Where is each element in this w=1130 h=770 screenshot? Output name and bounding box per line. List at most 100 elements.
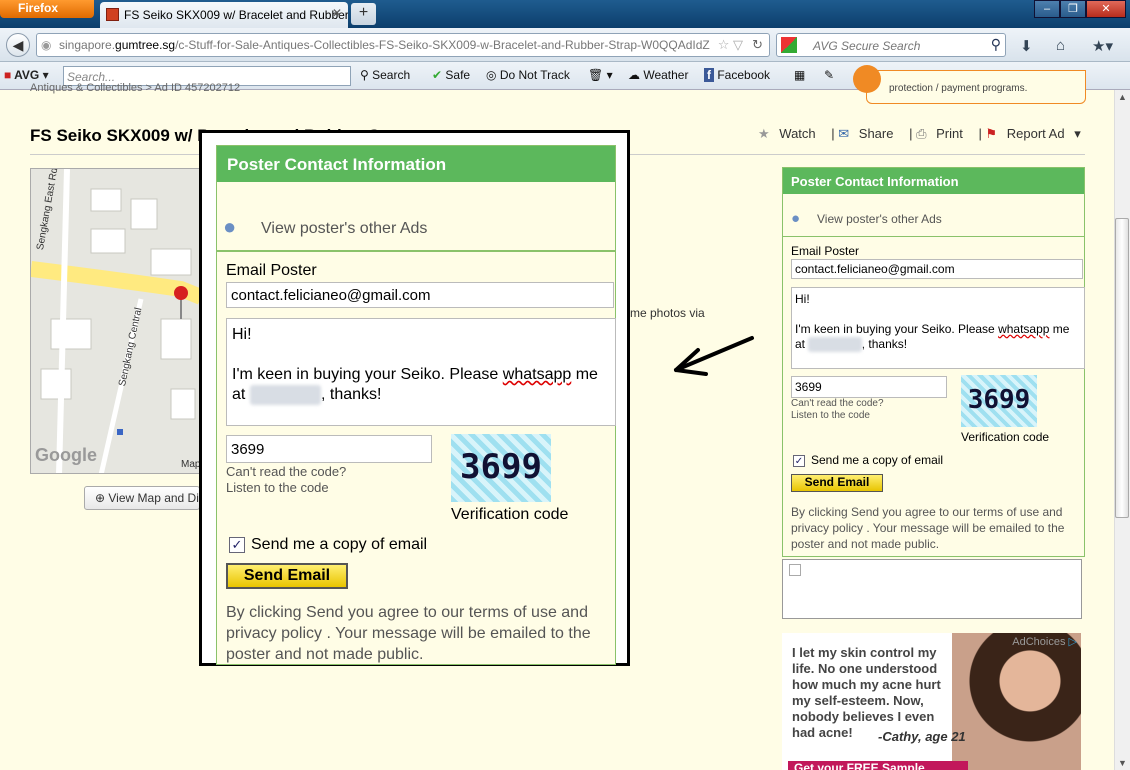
globe-icon: ◉: [41, 38, 52, 52]
watch-button[interactable]: ★ Watch: [758, 126, 822, 141]
ad-cta-button[interactable]: Get your FREE Sample: [788, 761, 968, 770]
copy-email-checkbox[interactable]: ✓ Send me a copy of email: [229, 536, 427, 554]
search-icon: ⚲: [360, 68, 373, 82]
magnifier-plus-icon: ⊕: [95, 491, 109, 505]
checkbox-icon[interactable]: ✓: [793, 454, 805, 467]
warning-icon: [853, 65, 881, 93]
view-other-ads-link[interactable]: View poster's other Ads: [817, 212, 942, 226]
protection-notice: protection / payment programs.: [853, 65, 1086, 104]
scrollbar-thumb[interactable]: [1115, 218, 1129, 518]
search-placeholder: AVG Secure Search: [813, 39, 921, 53]
poster-contact-panel-zoomed: Poster Contact Information ● View poster…: [216, 145, 616, 665]
captcha-image: 3699: [451, 434, 551, 502]
location-map[interactable]: Sengkang East Rd Sengkang Central Google…: [30, 168, 200, 474]
cloud-icon: ☁: [628, 68, 644, 82]
close-window-icon[interactable]: ✕: [1086, 0, 1126, 18]
acne-ad-banner[interactable]: AdChoices ▷ I let my skin control my lif…: [782, 633, 1081, 770]
url-bar[interactable]: ◉ singapore.gumtree.sg/c-Stuff-for-Sale-…: [36, 33, 770, 57]
captcha-input[interactable]: 3699: [226, 435, 432, 463]
bookmark-star-icon[interactable]: ☆ ▽: [717, 37, 743, 53]
url-path: /c-Stuff-for-Sale-Antiques-Collectibles-…: [175, 38, 710, 52]
email-poster-label: Email Poster: [226, 262, 317, 279]
avg-logo[interactable]: ■ AVG ▾: [4, 68, 49, 82]
adchoices-label[interactable]: AdChoices ▷: [1012, 635, 1077, 648]
redacted-number: 87521089: [808, 337, 862, 352]
weather-button[interactable]: ☁ Weather: [628, 68, 688, 82]
email-field[interactable]: contact.felicianeo@gmail.com: [791, 259, 1083, 279]
window-titlebar: Firefox FS Seiko SKX009 w/ Bracelet and …: [0, 0, 1130, 28]
home-icon[interactable]: ⌂: [1056, 37, 1065, 54]
url-host: singapore.: [59, 38, 116, 52]
ad-quote: I let my skin control my life. No one un…: [792, 645, 941, 740]
eye-icon: ◎: [486, 68, 500, 82]
ad-placeholder: [782, 559, 1082, 619]
breadcrumb: Antiques & Collectibles > Ad ID 45720271…: [30, 82, 241, 94]
divider: [783, 236, 1084, 237]
zoomed-contact-callout: Poster Contact Information ● View poster…: [199, 130, 630, 666]
terms-text: By clicking Send you agree to our terms …: [791, 505, 1065, 551]
annotation-arrow-icon: [674, 336, 754, 376]
favicon-icon: [106, 8, 119, 21]
cant-read-link[interactable]: Can't read the code?: [226, 464, 346, 480]
email-poster-label: Email Poster: [791, 244, 860, 258]
tab-title: FS Seiko SKX009 w/ Bracelet and Rubber .…: [124, 8, 348, 22]
calculator-icon[interactable]: ▦: [794, 68, 805, 82]
person-icon: ●: [223, 214, 237, 239]
view-map-button[interactable]: ⊕ View Map and Directions: [84, 486, 200, 510]
reload-icon[interactable]: ↻: [752, 37, 763, 53]
close-tab-icon[interactable]: ✕: [332, 6, 342, 20]
navigation-toolbar: ◀ ◉ singapore.gumtree.sg/c-Stuff-for-Sal…: [0, 28, 1130, 62]
notepad-icon[interactable]: ✎: [824, 68, 834, 82]
scroll-down-icon[interactable]: ▼: [1118, 758, 1127, 768]
listen-code-link[interactable]: Listen to the code: [791, 410, 884, 422]
description-text: me photos via: [630, 306, 705, 320]
message-textarea[interactable]: Hi! I'm keen in buying your Seiko. Pleas…: [791, 287, 1085, 369]
printer-icon: ⎙: [916, 126, 927, 141]
panel-header: Poster Contact Information: [217, 146, 615, 182]
star-icon: ★: [758, 126, 770, 141]
captcha-image: 3699: [961, 375, 1037, 427]
avg-safe-button[interactable]: ✔ Safe: [432, 68, 470, 82]
checkbox-icon[interactable]: ✓: [229, 536, 245, 553]
verification-label: Verification code: [451, 506, 569, 523]
captcha-help: Can't read the code? Listen to the code: [226, 464, 346, 496]
flag-icon: ⚑: [985, 126, 998, 141]
view-other-ads-link[interactable]: View poster's other Ads: [261, 220, 427, 238]
avg-search-button[interactable]: ⚲ Search: [360, 68, 410, 82]
map-graphic: [31, 169, 199, 473]
minimize-icon[interactable]: –: [1034, 0, 1060, 18]
share-icon: ✉: [838, 126, 850, 141]
browser-tab[interactable]: FS Seiko SKX009 w/ Bracelet and Rubber .…: [100, 2, 348, 28]
cant-read-link[interactable]: Can't read the code?: [791, 398, 884, 410]
poster-contact-panel: Poster Contact Information ● View poster…: [782, 167, 1085, 557]
do-not-track-button[interactable]: ◎ Do Not Track: [486, 68, 570, 82]
report-ad-button[interactable]: ⚑ Report Ad ▾: [985, 126, 1080, 141]
send-email-button[interactable]: Send Email: [226, 563, 348, 589]
copy-email-checkbox[interactable]: ✓ Send me a copy of email: [793, 453, 943, 467]
panel-header: Poster Contact Information: [783, 168, 1084, 194]
broken-image-icon: [789, 564, 801, 576]
listen-code-link[interactable]: Listen to the code: [226, 480, 346, 496]
message-textarea[interactable]: Hi! I'm keen in buying your Seiko. Pleas…: [226, 318, 616, 426]
firefox-menu-button[interactable]: Firefox: [0, 0, 94, 18]
url-domain: gumtree.sg: [115, 38, 176, 52]
avg-search-engine-icon[interactable]: [781, 37, 797, 53]
scroll-up-icon[interactable]: ▲: [1118, 92, 1127, 102]
share-button[interactable]: ✉ Share: [838, 126, 899, 141]
redacted-number: 87521089: [249, 385, 321, 405]
facebook-button[interactable]: f Facebook: [704, 68, 770, 82]
verification-label: Verification code: [961, 430, 1050, 444]
maximize-icon[interactable]: ❐: [1060, 0, 1086, 18]
bookmarks-menu-icon[interactable]: ★▾: [1092, 37, 1113, 55]
back-arrow-icon[interactable]: ◀: [6, 33, 30, 57]
email-field[interactable]: contact.felicianeo@gmail.com: [226, 282, 614, 308]
download-icon[interactable]: ⬇: [1020, 37, 1033, 55]
captcha-input[interactable]: 3699: [791, 376, 947, 398]
trash-menu-icon[interactable]: 🗑 ▾: [588, 68, 613, 82]
web-search-input[interactable]: AVG Secure Search ⚲: [776, 33, 1006, 57]
facebook-icon: f: [704, 68, 714, 82]
print-button[interactable]: ⎙ Print: [916, 126, 969, 141]
new-tab-button[interactable]: +: [351, 3, 376, 25]
send-email-button[interactable]: Send Email: [791, 474, 883, 492]
search-icon[interactable]: ⚲: [991, 36, 1001, 53]
